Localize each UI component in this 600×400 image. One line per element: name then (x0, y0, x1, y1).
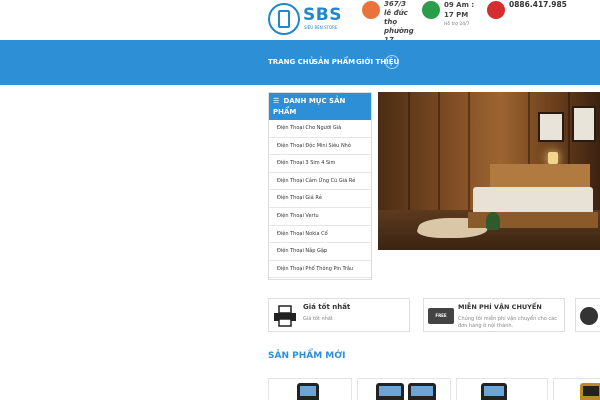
product-card[interactable] (268, 378, 352, 400)
main-nav: TRANG CHỦ SẢN PHẨM GIỚI THIỆU (0, 40, 600, 85)
hours-text: 09 Am : 17 PM (444, 1, 475, 19)
location-pin-icon (362, 1, 380, 19)
support-text: Hỗ trợ 24/7 (444, 22, 470, 27)
support-icon (580, 307, 598, 325)
site-logo[interactable]: SBS SIÊU BÉN STORE (268, 3, 341, 35)
feature-support (575, 298, 600, 332)
category-item[interactable]: Điện Thoại 3 Sim 4 Sim (269, 155, 371, 173)
product-image (376, 383, 404, 400)
nav-item-products[interactable]: SẢN PHẨM (313, 58, 355, 66)
address-text: 367/3 lê đức thọ phường 17 (384, 0, 414, 44)
wall-panel (468, 92, 470, 212)
product-card[interactable] (357, 378, 451, 400)
category-item[interactable]: Điện Thoại Cảm Ứng Cũ Giá Rẻ (269, 173, 371, 191)
category-sidebar: ☰ DANH MỤC SẢN PHẨM Điện Thoại Cho Người… (268, 92, 372, 280)
sidebar-header: ☰ DANH MỤC SẢN PHẨM (269, 93, 371, 120)
feature-desc: Giá tốt nhất (303, 316, 333, 322)
wall-picture (538, 112, 564, 142)
product-image (297, 383, 319, 400)
category-item[interactable]: Điện Thoại Vertu (269, 208, 371, 226)
sidebar-title: DANH MỤC SẢN PHẨM (273, 97, 346, 116)
category-item[interactable]: Điện Thoại Nắp Gập (269, 243, 371, 261)
category-item[interactable]: Điện Thoại Nokia Cổ (269, 226, 371, 244)
category-list: Điện Thoại Cho Người Già Điện Thoại Độc … (269, 120, 371, 279)
phone-icon (487, 1, 505, 19)
category-item[interactable]: Điện Thoại Phổ Thông Pin Trâu (269, 261, 371, 279)
product-card[interactable] (456, 378, 548, 400)
logo-text: SBS (303, 5, 342, 25)
product-card[interactable] (553, 378, 600, 400)
category-item[interactable]: Điện Thoại Giá Rẻ (269, 190, 371, 208)
nav-circle-icon (385, 55, 399, 69)
truck-icon: FREE (428, 308, 454, 324)
feature-best-price: Giá tốt nhất Giá tốt nhất (268, 298, 410, 332)
clock-icon (422, 1, 440, 19)
product-image (408, 383, 436, 400)
feature-title: Giá tốt nhất (303, 303, 351, 311)
wall-panel (438, 92, 440, 212)
hero-banner[interactable] (378, 92, 600, 250)
feature-title: MIỄN PHÍ VẬN CHUYỂN (458, 303, 542, 311)
nav-item-home[interactable]: TRANG CHỦ (268, 58, 314, 66)
product-image (580, 383, 600, 400)
product-image (481, 383, 507, 400)
logo-subtitle: SIÊU BÉN STORE (304, 25, 338, 30)
plant (486, 212, 500, 230)
logo-phone-icon (278, 10, 290, 28)
feature-desc: Chúng tôi miễn phí vận chuyển cho các đơ… (458, 316, 557, 329)
printer-icon (274, 305, 296, 327)
lamp (548, 152, 558, 164)
hotline-number[interactable]: 0886.417.985 (509, 0, 567, 9)
wall-picture (572, 106, 596, 142)
wall-panel (408, 92, 410, 212)
list-icon: ☰ (273, 97, 280, 105)
section-title: SẢN PHẨM MỚI (268, 351, 346, 361)
header: SBS SIÊU BÉN STORE 367/3 lê đức thọ phườ… (0, 0, 600, 44)
feature-free-shipping: FREE MIỄN PHÍ VẬN CHUYỂN Chúng tôi miễn … (423, 298, 565, 332)
category-item[interactable]: Điện Thoại Cho Người Già (269, 120, 371, 138)
category-item[interactable]: Điện Thoại Độc Mini Siêu Nhỏ (269, 138, 371, 156)
